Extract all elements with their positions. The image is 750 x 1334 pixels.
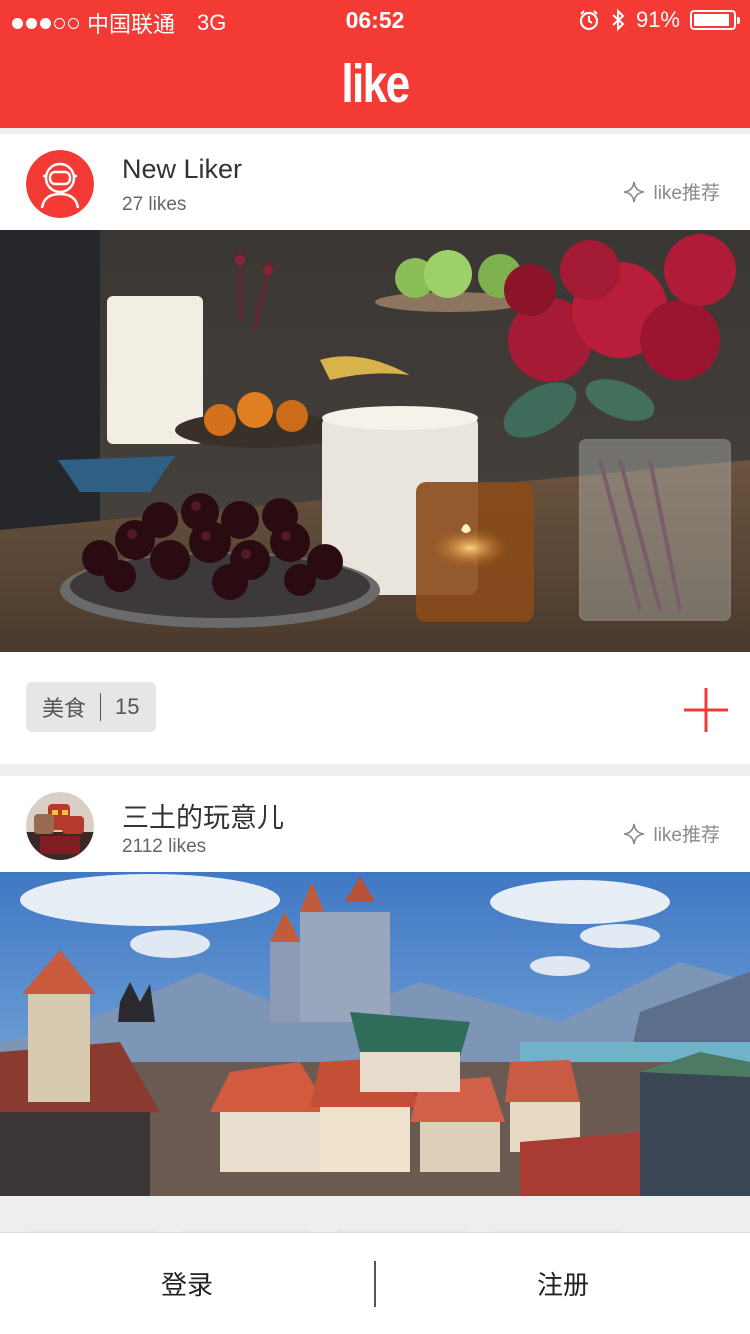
recommend-label: like推荐 (653, 183, 720, 204)
post-photo[interactable] (0, 872, 750, 1196)
feed-card: 三土的玩意儿 2112 likes like推荐 (0, 770, 750, 1196)
username[interactable]: 三土的玩意儿 (122, 796, 284, 835)
bottom-bar: 登录 注册 (0, 1232, 750, 1334)
status-bar: 中国联通 3G 06:52 91% (0, 0, 750, 40)
card-header: 三土的玩意儿 2112 likes like推荐 (0, 770, 750, 872)
alarm-icon (579, 10, 599, 31)
login-button[interactable]: 登录 (0, 1265, 374, 1302)
battery-percent: 91% (635, 7, 680, 32)
card-footer: 美食 15 (0, 652, 750, 764)
feed[interactable]: New Liker 27 likes like推荐 美食 15 三土的玩意儿 2… (0, 128, 750, 1196)
bluetooth-icon (612, 8, 625, 32)
register-button[interactable]: 注册 (376, 1265, 750, 1302)
top-bar: 中国联通 3G 06:52 91% like (0, 0, 750, 128)
card-header: New Liker 27 likes like推荐 (0, 128, 750, 230)
recommend-badge: like推荐 (623, 820, 720, 847)
feed-card: New Liker 27 likes like推荐 美食 15 (0, 128, 750, 764)
post-photo[interactable] (0, 230, 750, 652)
username[interactable]: New Liker (122, 154, 242, 185)
app-logo: like (341, 54, 410, 114)
recommend-label: like推荐 (653, 825, 720, 846)
category-tag[interactable]: 美食 15 (26, 682, 156, 732)
avatar[interactable] (26, 792, 94, 860)
battery-icon (690, 10, 740, 30)
sparkle-icon (624, 823, 645, 844)
add-icon[interactable] (684, 688, 728, 732)
avatar[interactable] (26, 150, 94, 218)
recommend-badge: like推荐 (623, 178, 720, 205)
tag-label: 美食 (42, 696, 87, 721)
user-likes-count: 2112 likes (122, 836, 207, 857)
user-likes-count: 27 likes (122, 194, 187, 215)
tag-count: 15 (115, 694, 140, 719)
sparkle-icon (624, 181, 645, 202)
